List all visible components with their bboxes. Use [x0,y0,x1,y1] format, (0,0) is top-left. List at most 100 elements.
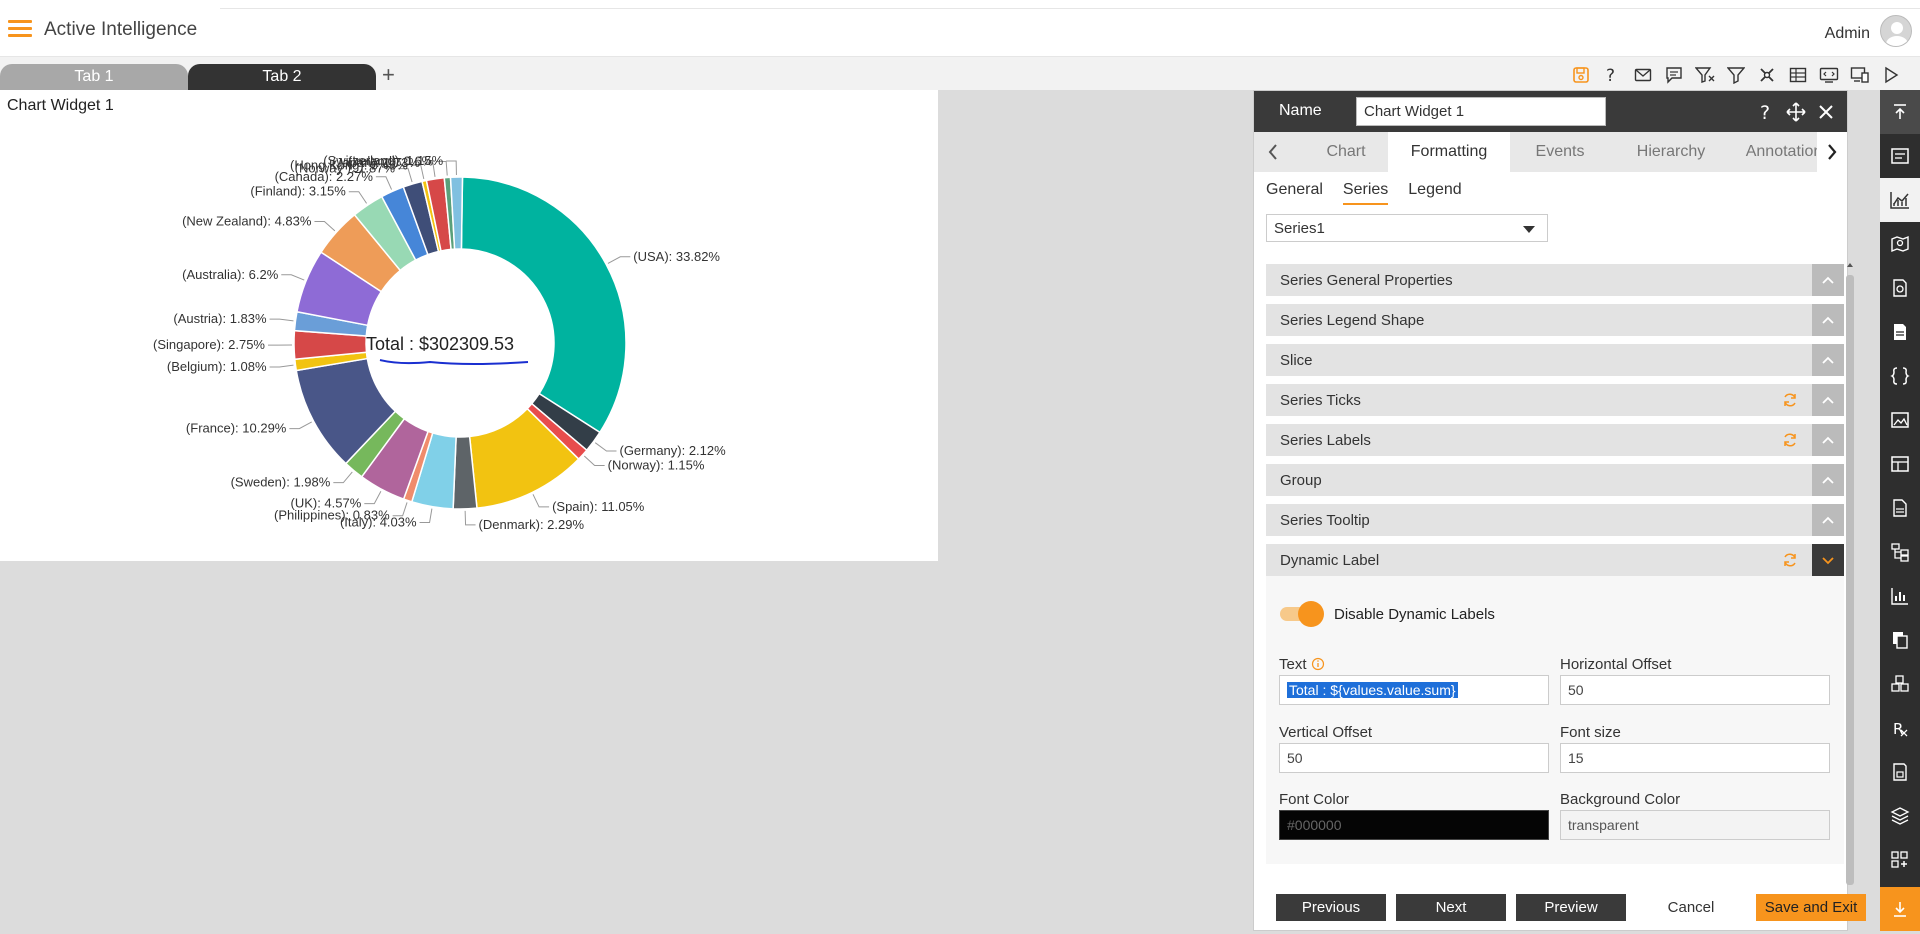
slice-0[interactable] [460,176,627,434]
dynamic-label-settings: Disable Dynamic Labels Text Total : ${va… [1266,576,1844,864]
avatar-icon[interactable] [1880,15,1912,47]
tab-1[interactable]: Tab 1 [0,64,188,90]
tab-chart[interactable]: Chart [1296,132,1396,172]
scrollbar-thumb[interactable] [1846,275,1854,885]
refresh-icon[interactable] [1782,552,1798,568]
sidebar-document-icon[interactable] [1880,310,1920,354]
hamburger-menu-icon[interactable] [8,20,32,38]
chevron-up-icon[interactable] [1812,424,1844,456]
chevron-up-icon[interactable] [1812,264,1844,296]
horizontal-offset-input[interactable] [1560,675,1830,705]
next-button[interactable]: Next [1396,894,1506,921]
section-series-legend-shape[interactable]: Series Legend Shape [1266,304,1844,336]
tab-2[interactable]: Tab 2 [188,64,376,90]
scroll-up-icon[interactable] [1846,261,1854,269]
section-series-labels[interactable]: Series Labels [1266,424,1844,456]
add-tab-button[interactable]: + [382,62,395,88]
devices-icon[interactable] [1844,63,1875,87]
sidebar-report-icon[interactable] [1880,266,1920,310]
section-series-tooltip[interactable]: Series Tooltip [1266,504,1844,536]
section-group[interactable]: Group [1266,464,1844,496]
refresh-icon[interactable] [1782,392,1798,408]
move-icon[interactable] [1785,101,1807,123]
font-size-input[interactable] [1560,743,1830,773]
slice-label-15: (Finland): 3.15% [250,184,346,199]
save-and-exit-button[interactable]: Save and Exit [1756,894,1866,921]
previous-button[interactable]: Previous [1276,894,1386,921]
info-icon[interactable] [1311,657,1325,671]
font-color-input[interactable]: #000000 [1279,810,1549,840]
cancel-button[interactable]: Cancel [1636,894,1746,921]
leader-line-4 [464,510,476,526]
sidebar-code-icon[interactable] [1880,354,1920,398]
handwritten-underline [379,359,529,365]
refresh-icon[interactable] [1782,432,1798,448]
chevron-up-icon[interactable] [1812,504,1844,536]
help-icon[interactable]: ? [1755,101,1777,123]
widget-name-input[interactable] [1356,97,1606,126]
subtab-general[interactable]: General [1266,181,1323,205]
tabs-next-icon[interactable] [1817,132,1847,172]
chart-widget[interactable]: Chart Widget 1 (USA): 33.82% (Germany): 2… [0,90,938,561]
background-color-input[interactable]: transparent [1560,810,1830,840]
chevron-up-icon[interactable] [1812,344,1844,376]
slice-label-1: (Germany): 2.12% [619,443,726,458]
sidebar-image-icon[interactable] [1880,398,1920,442]
chevron-up-icon[interactable] [1812,464,1844,496]
sidebar-add-widget-icon[interactable] [1880,838,1920,882]
tab-hierarchy[interactable]: Hierarchy [1616,132,1726,172]
sidebar-save-icon[interactable] [1880,750,1920,794]
mail-icon[interactable] [1627,63,1658,87]
filter-icon[interactable] [1720,63,1751,87]
chevron-down-icon[interactable] [1812,544,1844,576]
sidebar-map-icon[interactable] [1880,222,1920,266]
sidebar-copy-icon[interactable] [1880,618,1920,662]
sidebar-page-icon[interactable] [1880,486,1920,530]
download-icon[interactable] [1880,887,1920,931]
series-select[interactable]: Series1 [1266,214,1548,242]
sidebar-layout-icon[interactable] [1880,442,1920,486]
help-icon[interactable]: ? [1596,63,1627,87]
sidebar-card-icon[interactable] [1880,134,1920,178]
donut-chart[interactable]: (USA): 33.82% (Germany): 2.12%(Norway): 1… [0,90,938,561]
section-series-ticks[interactable]: Series Ticks [1266,384,1844,416]
leader-line-8 [333,471,353,484]
embed-icon[interactable] [1813,63,1844,87]
sidebar-analytics-icon[interactable] [1880,574,1920,618]
chevron-up-icon[interactable] [1812,304,1844,336]
slice-label-11: (Singapore): 2.75% [153,337,265,352]
leader-line-7 [364,490,382,505]
tab-formatting[interactable]: Formatting [1388,132,1510,172]
section-slice[interactable]: Slice [1266,344,1844,376]
close-icon[interactable] [1815,101,1837,123]
sidebar-tree-icon[interactable] [1880,530,1920,574]
section-label: Series Tooltip [1280,512,1370,529]
user-name[interactable]: Admin [1825,25,1870,43]
preview-button[interactable]: Preview [1516,894,1626,921]
play-icon[interactable] [1875,63,1906,87]
section-dynamic-label[interactable]: Dynamic Label [1266,544,1844,576]
tabs-prev-icon[interactable] [1258,132,1288,172]
leader-line-14 [314,221,336,232]
comment-icon[interactable] [1658,63,1689,87]
tab-events[interactable]: Events [1510,132,1610,172]
panel-scrollbar[interactable] [1846,261,1854,885]
disable-dynamic-labels-toggle[interactable] [1280,600,1324,627]
leader-line-5 [419,508,433,523]
collapse-top-icon[interactable] [1880,90,1920,134]
sidebar-cubes-icon[interactable] [1880,662,1920,706]
subtab-legend[interactable]: Legend [1408,181,1461,205]
sidebar-formula-icon[interactable]: R [1880,706,1920,750]
subtab-series[interactable]: Series [1342,181,1389,205]
section-series-general-properties[interactable]: Series General Properties [1266,264,1844,296]
sidebar-chart-icon[interactable] [1880,178,1920,222]
right-sidebar: R [1880,90,1920,931]
dynamic-text-input[interactable]: Total : ${values.value.sum} [1279,675,1549,705]
table-icon[interactable] [1782,63,1813,87]
save-icon[interactable] [1565,63,1596,87]
settings-icon[interactable] [1751,63,1782,87]
vertical-offset-input[interactable] [1279,743,1549,773]
clear-filter-icon[interactable] [1689,63,1720,87]
chevron-up-icon[interactable] [1812,384,1844,416]
sidebar-layers-icon[interactable] [1880,794,1920,838]
